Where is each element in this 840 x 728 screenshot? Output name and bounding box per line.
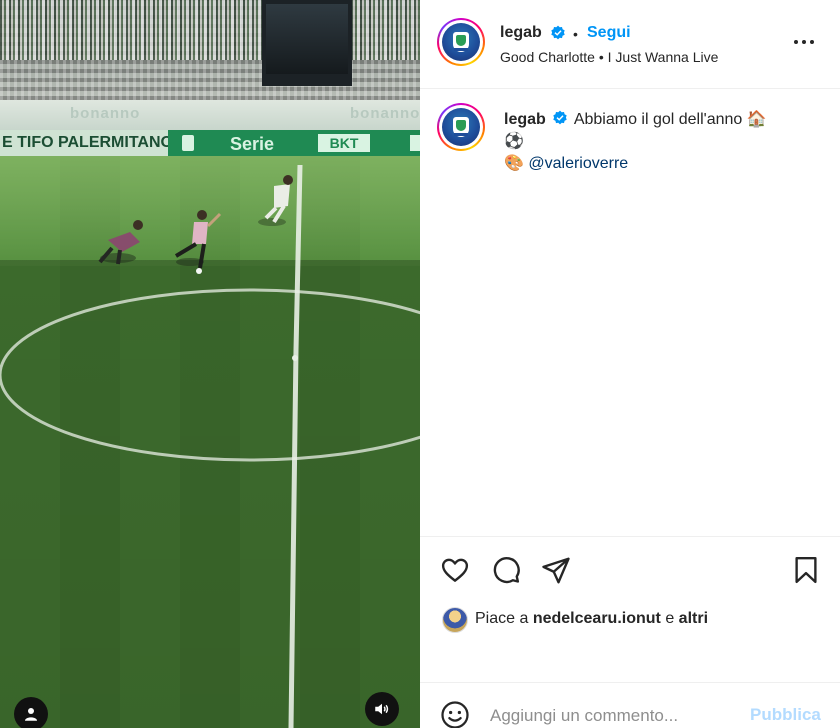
likes-prefix: Piace a [475, 610, 529, 627]
player-1 [98, 220, 143, 265]
post-sidebar: legab • Segui Good Charlotte • I Just Wa… [420, 0, 840, 728]
more-options-icon[interactable] [792, 34, 816, 50]
smiley-icon[interactable] [440, 700, 470, 728]
likes-connector: e [665, 610, 675, 627]
caption-text-line2: ⚽ [504, 133, 524, 150]
comment-icon[interactable] [491, 555, 521, 585]
comment-input[interactable] [490, 704, 730, 728]
palette-emoji: 🎨 [504, 155, 524, 172]
caption-text-line1: Abbiamo il gol dell'anno 🏠 [573, 111, 767, 128]
header-divider [420, 88, 840, 89]
post-caption: legab Abbiamo il gol dell'anno 🏠 ⚽ 🎨 @va… [504, 109, 824, 175]
verified-badge-icon [551, 25, 565, 40]
header-avatar[interactable] [437, 18, 485, 66]
speaker-icon[interactable] [365, 692, 399, 726]
send-icon[interactable] [541, 555, 571, 585]
likes-others-link[interactable]: altri [679, 610, 708, 627]
header-username[interactable]: legab [500, 24, 542, 42]
player-2 [174, 210, 222, 274]
verified-badge-icon [553, 110, 567, 125]
heart-icon[interactable] [440, 555, 470, 585]
actions-divider [420, 536, 840, 537]
pitch-lines [0, 164, 420, 728]
caption-username[interactable]: legab [504, 111, 546, 128]
caption-mention[interactable]: @valerioverre [528, 155, 628, 172]
liker-avatar[interactable] [442, 607, 468, 633]
person-icon[interactable] [14, 697, 48, 728]
caption-avatar[interactable] [437, 103, 485, 151]
likes-summary: Piace a nedelcearu.ionut e altri [475, 610, 708, 628]
header-separator: • [573, 26, 578, 42]
comment-divider [420, 682, 840, 683]
liker-username[interactable]: nedelcearu.ionut [533, 610, 661, 627]
player-3 [258, 175, 293, 226]
bookmark-icon[interactable] [791, 555, 821, 585]
audio-track[interactable]: Good Charlotte • I Just Wanna Live [500, 49, 718, 65]
follow-button[interactable]: Segui [587, 24, 631, 42]
publish-button[interactable]: Pubblica [750, 705, 821, 725]
lega-b-logo [453, 117, 469, 137]
lega-b-logo [453, 32, 469, 52]
reel-video[interactable]: bonanno bonanno E TIFO PALERMITANO Serie… [0, 0, 420, 728]
